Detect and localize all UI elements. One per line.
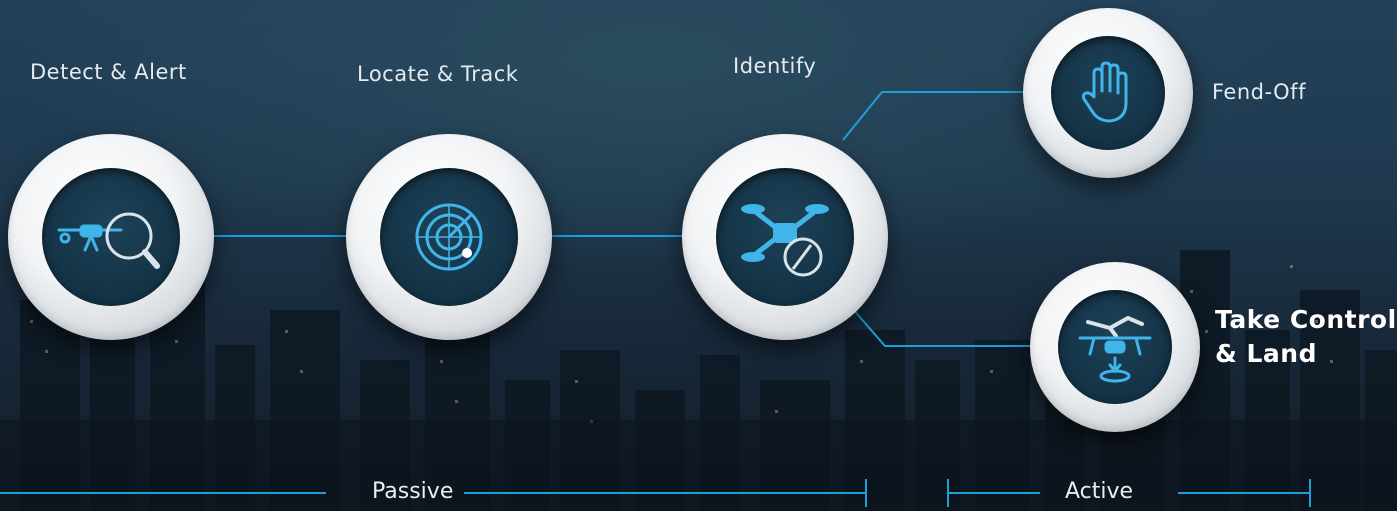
stage-label-locate: Locate & Track (357, 62, 519, 86)
radar-icon (415, 203, 483, 271)
link-identify-fendoff (842, 91, 1024, 141)
drone-magnifier-icon (57, 212, 160, 269)
drone-scan-icon (741, 204, 829, 277)
phase-label-passive: Passive (372, 479, 454, 504)
stage-label-fendoff: Fend-Off (1212, 80, 1306, 104)
stage-label-detect: Detect & Alert (30, 60, 187, 84)
phase-label-active: Active (1065, 479, 1134, 504)
diagram-stage: Detect & Alert Locate & Track Identify F… (0, 0, 1397, 511)
fendoff-node (1023, 8, 1193, 178)
locate-node (346, 134, 552, 340)
link-identify-takecontrol (844, 299, 1030, 347)
drone-landing-icon (1078, 315, 1152, 383)
stage-label-takecontrol: Take Control & Land (1215, 305, 1397, 368)
stage-label-identify: Identify (733, 54, 817, 78)
identify-node (682, 134, 888, 340)
hand-stop-icon (1081, 61, 1128, 123)
takecontrol-node (1030, 262, 1200, 432)
detect-node (8, 134, 214, 340)
